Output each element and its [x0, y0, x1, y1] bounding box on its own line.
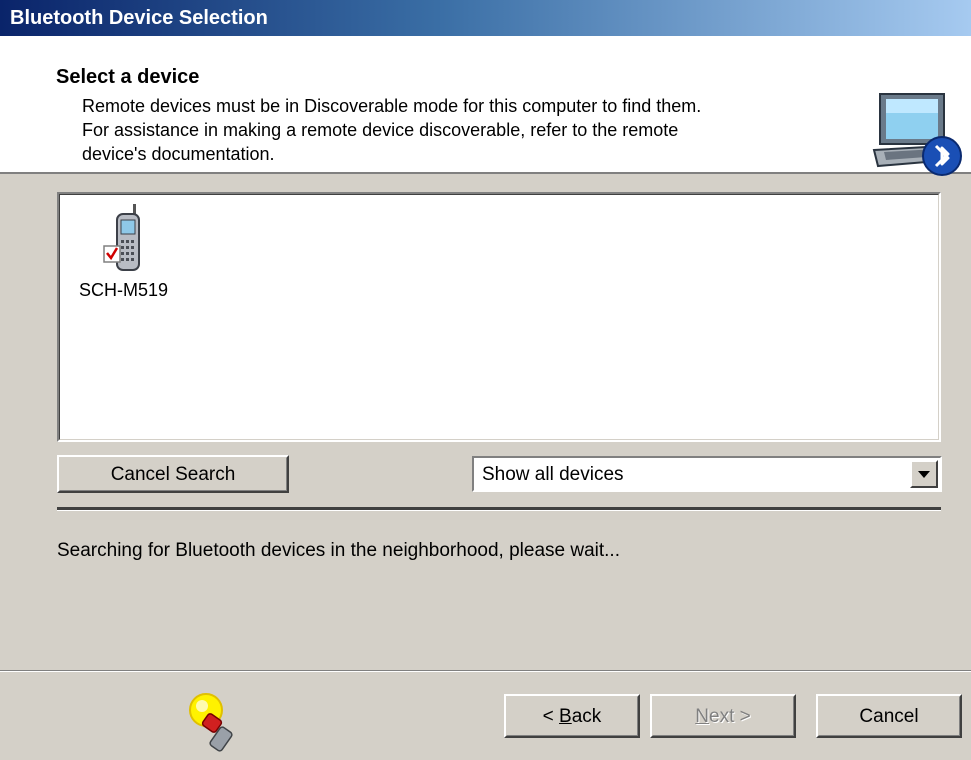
- chevron-down-icon[interactable]: [910, 460, 938, 488]
- device-name: SCH-M519: [79, 280, 169, 300]
- mobile-phone-icon: [103, 204, 140, 271]
- device-filter-value: Show all devices: [482, 464, 624, 485]
- next-button-rest: ext >: [709, 706, 751, 727]
- back-button-prefix: <: [542, 706, 560, 727]
- description-line: Remote devices must be in Discoverable m…: [82, 96, 702, 116]
- window-title: Bluetooth Device Selection: [10, 7, 268, 29]
- status-text: Searching for Bluetooth devices in the n…: [57, 540, 620, 561]
- device-list[interactable]: SCH-M519: [57, 192, 941, 442]
- cancel-button[interactable]: Cancel: [816, 694, 962, 738]
- description-line: For assistance in making a remote device…: [82, 120, 679, 140]
- search-light-icon: [189, 693, 233, 752]
- window-title-bar[interactable]: Bluetooth Device Selection: [0, 0, 971, 36]
- divider: [57, 507, 941, 511]
- back-button-rest: ack: [571, 706, 602, 727]
- computer-bluetooth-icon: [872, 93, 962, 176]
- device-filter-select[interactable]: Show all devices: [472, 456, 942, 492]
- checkmark-icon: [103, 245, 121, 263]
- device-item[interactable]: SCH-M519: [75, 200, 195, 300]
- wizard-header: Select a device Remote devices must be i…: [0, 36, 971, 176]
- page-title: Select a device: [56, 66, 200, 88]
- next-button: Next >: [650, 694, 796, 738]
- footer-divider: [0, 670, 971, 672]
- back-button-mnemonic: B: [559, 706, 572, 727]
- page-description: Remote devices must be in Discoverable m…: [82, 94, 842, 166]
- description-line: device's documentation.: [82, 144, 275, 164]
- next-button-mnemonic: N: [695, 706, 709, 727]
- back-button[interactable]: < Back: [504, 694, 640, 738]
- cancel-search-button[interactable]: Cancel Search: [57, 455, 289, 493]
